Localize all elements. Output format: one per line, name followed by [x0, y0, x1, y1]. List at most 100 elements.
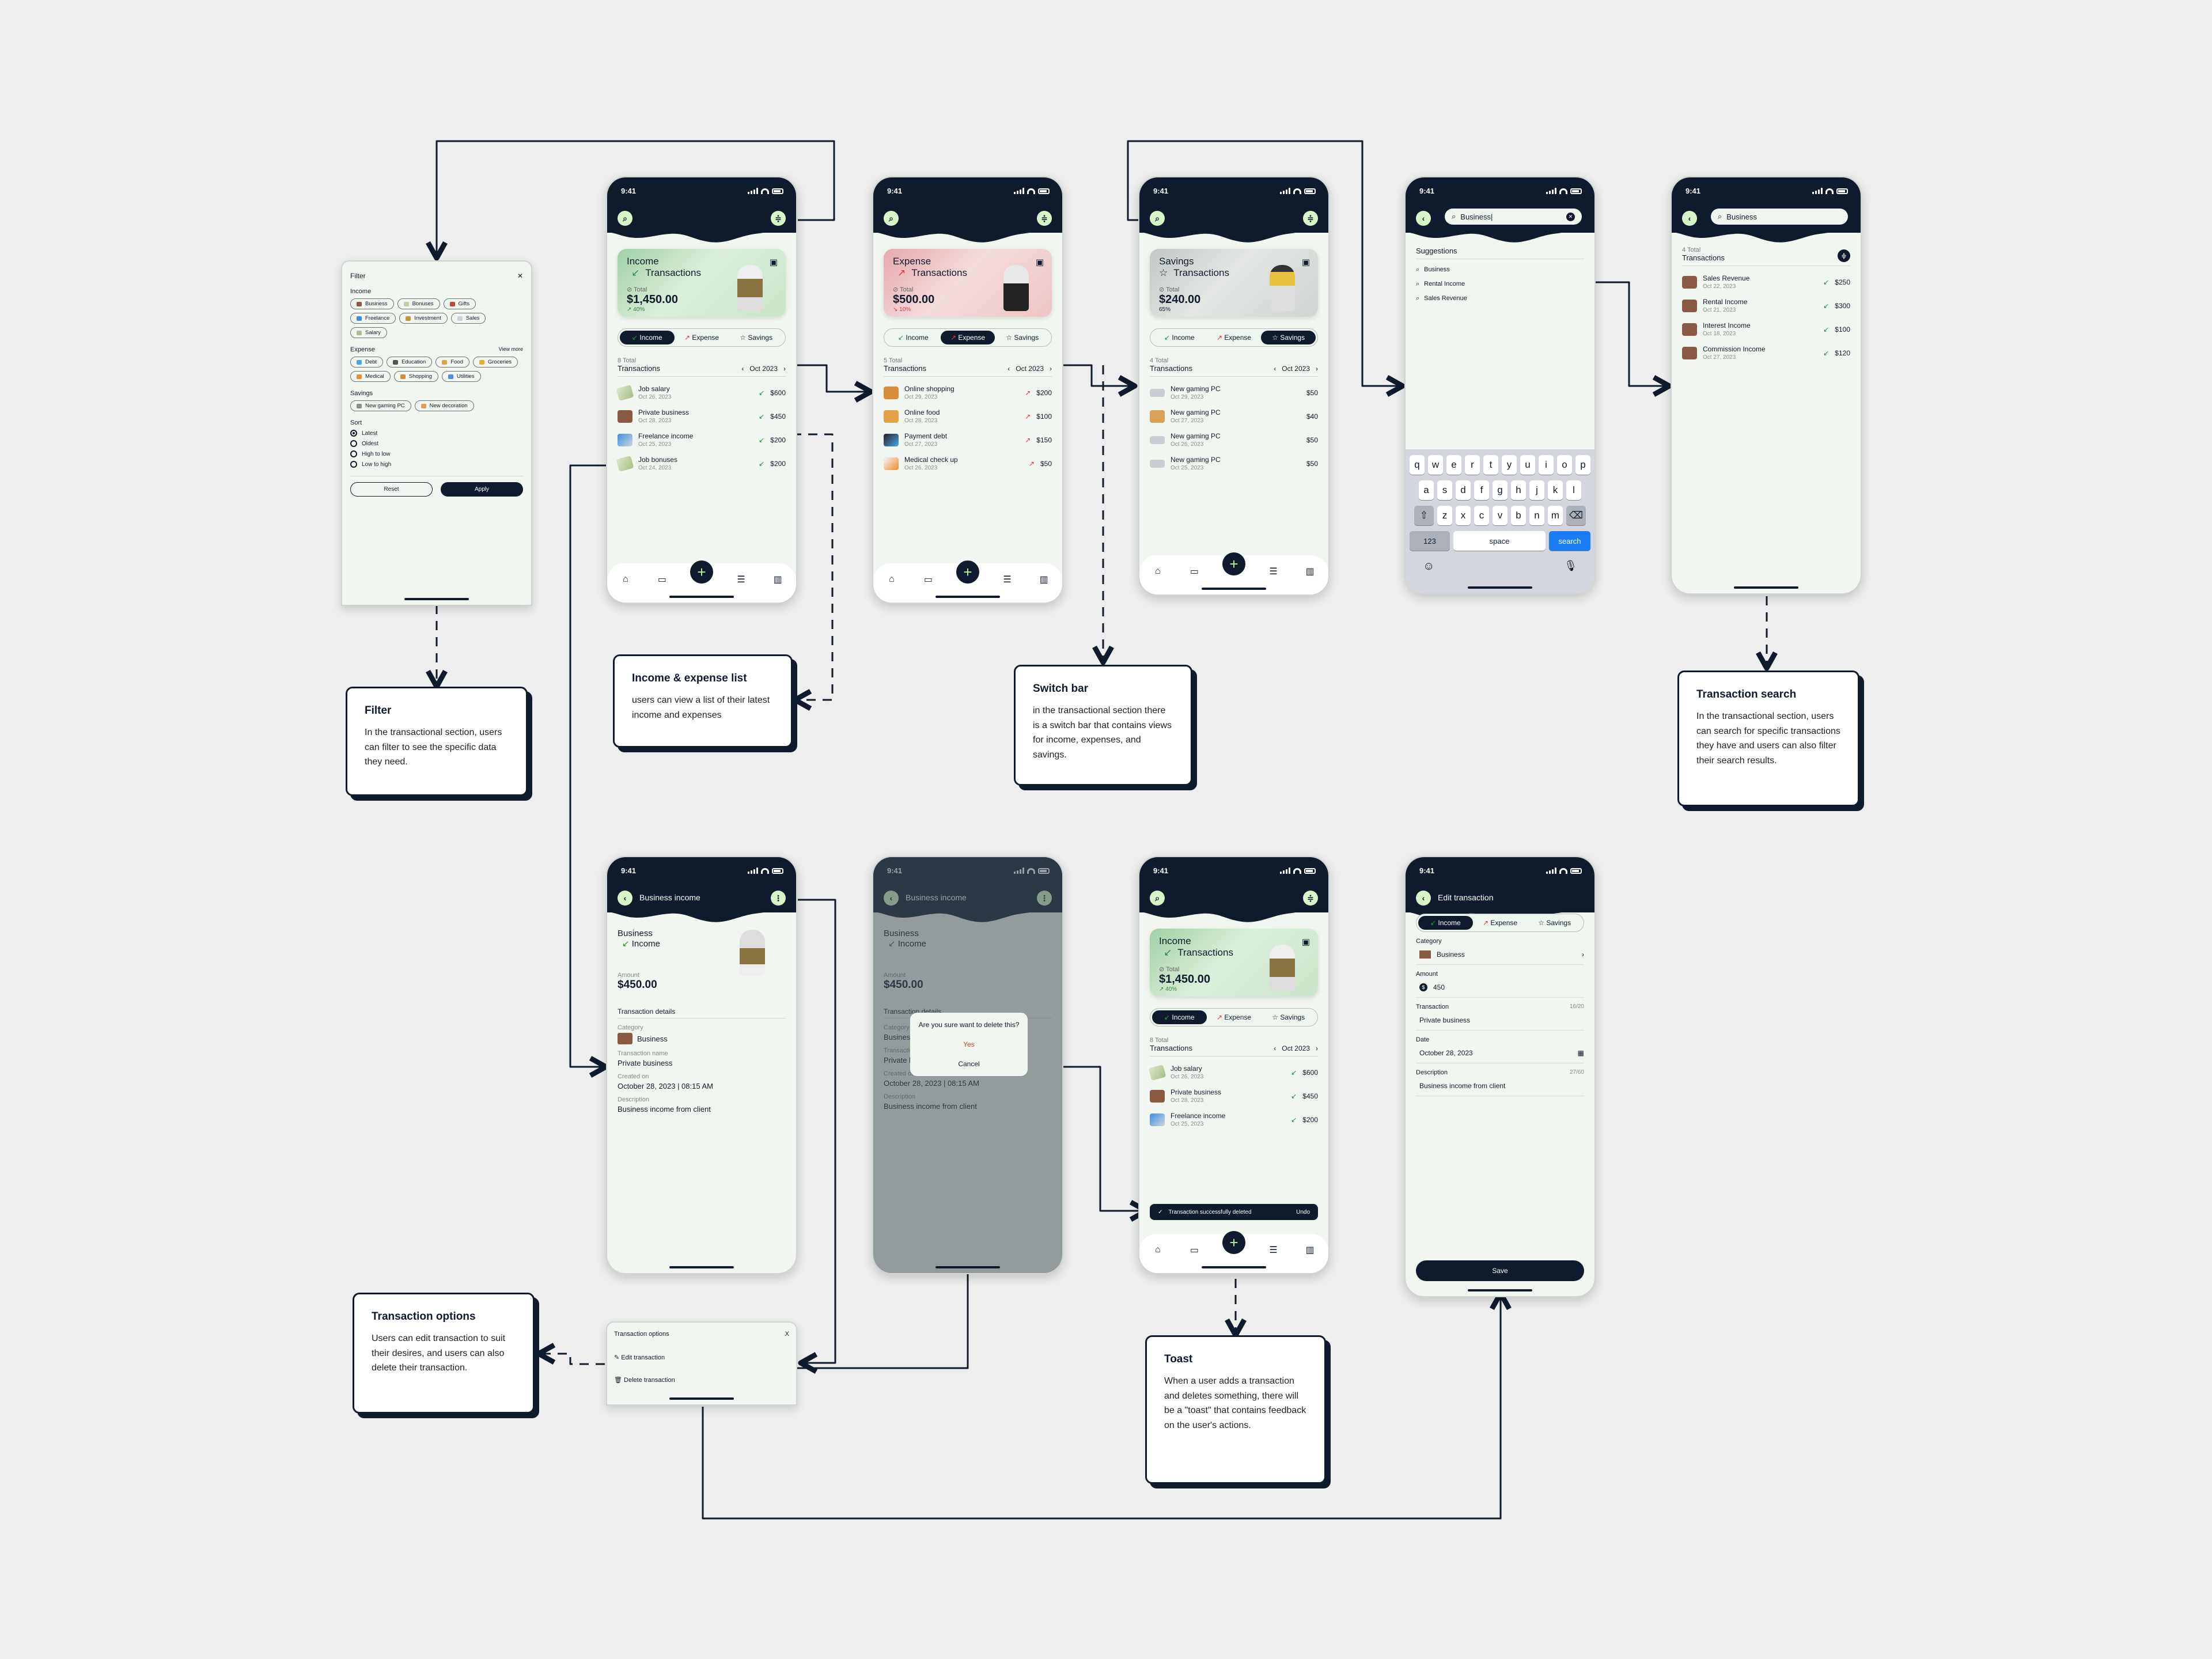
- more-options-button[interactable]: ⋮: [771, 891, 786, 906]
- key[interactable]: j: [1529, 480, 1544, 500]
- transaction-row[interactable]: New gaming PC Oct 27, 2023 $40: [1150, 408, 1318, 424]
- wallet-icon[interactable]: ▣: [1036, 257, 1044, 267]
- key[interactable]: w: [1428, 455, 1443, 475]
- key[interactable]: b: [1511, 506, 1526, 525]
- prev-month-button[interactable]: ‹: [1274, 365, 1276, 373]
- filter-chip[interactable]: Shopping: [393, 371, 438, 382]
- stats-icon[interactable]: ▥: [1035, 574, 1052, 585]
- eye-off-icon[interactable]: ⊘: [893, 286, 898, 293]
- close-icon[interactable]: X: [785, 1331, 789, 1338]
- key[interactable]: x: [1456, 506, 1471, 525]
- view-more-link[interactable]: View more: [499, 346, 523, 353]
- transaction-row[interactable]: Freelance income Oct 25, 2023 ↙ $200: [1150, 1112, 1318, 1127]
- radio-button[interactable]: [350, 440, 357, 447]
- transaction-name-field[interactable]: Transaction 16/20 Private business: [1416, 998, 1584, 1031]
- wallet-icon[interactable]: ▭: [919, 574, 937, 585]
- key[interactable]: u: [1520, 455, 1535, 475]
- transaction-row[interactable]: Private business Oct 28, 2023 ↙ $450: [618, 408, 786, 424]
- wallet-icon[interactable]: ▭: [653, 574, 671, 585]
- stats-icon[interactable]: ▥: [1301, 1244, 1319, 1256]
- tab-expense[interactable]: ↗ Expense: [940, 331, 995, 344]
- apply-button[interactable]: Apply: [441, 482, 523, 497]
- clear-search-button[interactable]: ✕: [1566, 212, 1575, 221]
- sort-option[interactable]: High to low: [350, 450, 523, 457]
- add-button[interactable]: +: [956, 560, 979, 584]
- microphone-icon[interactable]: 🎙: [1564, 560, 1577, 573]
- shift-key[interactable]: ⇧: [1414, 506, 1434, 525]
- transactions-icon[interactable]: ☰: [999, 574, 1016, 585]
- sort-option[interactable]: Oldest: [350, 440, 523, 447]
- filter-chip[interactable]: Groceries: [473, 357, 518, 368]
- filter-button[interactable]: ≑: [1838, 249, 1850, 262]
- filter-chip[interactable]: Bonuses: [397, 298, 440, 309]
- add-button[interactable]: +: [690, 560, 713, 584]
- tab-income[interactable]: ↙ Income: [1152, 331, 1207, 344]
- transactions-icon[interactable]: ☰: [1265, 1244, 1282, 1256]
- sort-option[interactable]: Latest: [350, 430, 523, 437]
- add-button[interactable]: +: [1222, 1231, 1245, 1254]
- key[interactable]: e: [1446, 455, 1461, 475]
- transaction-row[interactable]: Commission Income Oct 27, 2023 ↙ $120: [1682, 345, 1850, 361]
- key[interactable]: o: [1557, 455, 1572, 475]
- next-month-button[interactable]: ›: [1050, 365, 1052, 373]
- radio-button[interactable]: [350, 461, 357, 468]
- backspace-key[interactable]: ⌫: [1566, 506, 1586, 525]
- key[interactable]: n: [1529, 506, 1544, 525]
- next-month-button[interactable]: ›: [1316, 365, 1318, 373]
- search-button[interactable]: ⌕: [884, 211, 899, 226]
- eye-off-icon[interactable]: ⊘: [1159, 286, 1164, 293]
- description-field[interactable]: Description 27/60 Business income from cl…: [1416, 1063, 1584, 1096]
- confirm-delete-button[interactable]: Yes: [916, 1040, 1022, 1048]
- key[interactable]: k: [1548, 480, 1563, 500]
- add-button[interactable]: +: [1222, 552, 1245, 575]
- key[interactable]: g: [1493, 480, 1508, 500]
- transaction-row[interactable]: Rental Income Oct 21, 2023 ↙ $300: [1682, 298, 1850, 313]
- home-icon[interactable]: ⌂: [617, 574, 634, 585]
- transaction-row[interactable]: Private business Oct 28, 2023 ↙ $450: [1150, 1088, 1318, 1104]
- save-button[interactable]: Save: [1416, 1260, 1584, 1281]
- undo-button[interactable]: Undo: [1296, 1209, 1310, 1215]
- suggestion-item[interactable]: ⌕ Business: [1416, 266, 1584, 274]
- wallet-icon[interactable]: ▣: [1302, 257, 1310, 267]
- transaction-row[interactable]: New gaming PC Oct 29, 2023 $50: [1150, 385, 1318, 400]
- transaction-row[interactable]: New gaming PC Oct 26, 2023 $50: [1150, 432, 1318, 448]
- search-button[interactable]: ⌕: [1150, 211, 1165, 226]
- filter-chip[interactable]: Business: [350, 298, 394, 309]
- tab-savings[interactable]: ☆ Savings: [1261, 331, 1316, 344]
- stats-icon[interactable]: ▥: [1301, 566, 1319, 577]
- tab-income[interactable]: ↙ Income: [1418, 916, 1473, 930]
- key[interactable]: y: [1502, 455, 1517, 475]
- home-icon[interactable]: ⌂: [1149, 566, 1166, 577]
- filter-button[interactable]: ≑: [1037, 211, 1052, 226]
- transaction-row[interactable]: Job bonuses Oct 24, 2023 ↙ $200: [616, 455, 786, 472]
- category-field[interactable]: Category Business ›: [1416, 932, 1584, 965]
- transaction-row[interactable]: New gaming PC Oct 25, 2023 $50: [1150, 456, 1318, 471]
- next-month-button[interactable]: ›: [1316, 1044, 1318, 1052]
- filter-button[interactable]: ≑: [1303, 211, 1318, 226]
- key[interactable]: l: [1566, 480, 1581, 500]
- transaction-row[interactable]: Online shopping Oct 29, 2023 ↗ $200: [884, 385, 1052, 400]
- key[interactable]: r: [1465, 455, 1480, 475]
- key[interactable]: d: [1456, 480, 1471, 500]
- key[interactable]: a: [1419, 480, 1434, 500]
- key[interactable]: f: [1474, 480, 1489, 500]
- back-button[interactable]: ‹: [1416, 211, 1431, 226]
- prev-month-button[interactable]: ‹: [1274, 1044, 1276, 1052]
- transaction-row[interactable]: Interest Income Oct 18, 2023 ↙ $100: [1682, 321, 1850, 337]
- radio-button[interactable]: [350, 450, 357, 457]
- transaction-row[interactable]: Job salary Oct 26, 2023 ↙ $600: [616, 384, 786, 401]
- home-icon[interactable]: ⌂: [1149, 1245, 1166, 1255]
- filter-chip[interactable]: Investment: [399, 313, 448, 324]
- delete-transaction-option[interactable]: 🗑 Delete transaction: [614, 1376, 789, 1384]
- back-button[interactable]: ‹: [618, 891, 632, 906]
- date-input[interactable]: October 28, 2023: [1419, 1049, 1473, 1057]
- stats-icon[interactable]: ▥: [769, 574, 786, 585]
- edit-transaction-option[interactable]: ✎ Edit transaction: [614, 1354, 789, 1361]
- search-input[interactable]: ⌕ Business: [1711, 209, 1848, 225]
- key[interactable]: t: [1483, 455, 1498, 475]
- key-space[interactable]: space: [1453, 531, 1546, 551]
- filter-chip[interactable]: Gifts: [443, 298, 476, 309]
- transaction-row[interactable]: Sales Revenue Oct 22, 2023 ↙ $250: [1682, 274, 1850, 290]
- key[interactable]: h: [1511, 480, 1526, 500]
- radio-button[interactable]: [350, 430, 357, 437]
